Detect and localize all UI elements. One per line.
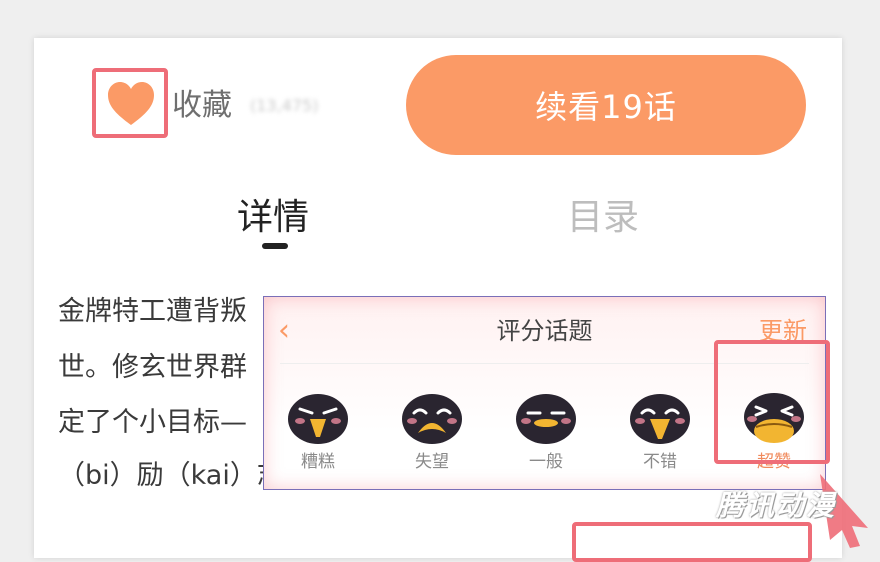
tab-active-indicator (262, 243, 288, 249)
continue-reading-button[interactable]: 续看19话 (406, 55, 806, 155)
bird-sad-icon[interactable] (400, 391, 464, 447)
rating-option-label[interactable]: 不错 (620, 451, 700, 473)
favorite-label[interactable]: 收藏 (172, 86, 232, 126)
rating-option-label[interactable]: 一般 (506, 451, 586, 473)
bird-neutral-icon[interactable] (514, 391, 578, 447)
bottom-button-highlight[interactable] (572, 522, 812, 562)
description-line: （bi）励（kai）志 (58, 460, 284, 491)
bird-bad-icon[interactable] (286, 391, 350, 447)
favorite-highlight[interactable] (92, 68, 168, 138)
rating-option-label[interactable]: 糟糕 (278, 451, 358, 473)
description-line: 世。修玄世界群 (58, 352, 247, 383)
watermark: 腾讯动漫 (716, 489, 837, 522)
tab-details[interactable]: 详情 (237, 196, 309, 240)
tab-catalog[interactable]: 目录 (567, 196, 639, 240)
heart-icon[interactable] (106, 80, 156, 128)
rating-option-label[interactable]: 失望 (392, 451, 472, 473)
favorite-count: (13,475) (250, 96, 319, 115)
description-line: 定了个小目标— (58, 407, 247, 438)
bird-good-icon[interactable] (628, 391, 692, 447)
selected-rating-highlight[interactable] (714, 340, 830, 464)
description-line: 金牌特工遭背叛 (58, 296, 247, 327)
